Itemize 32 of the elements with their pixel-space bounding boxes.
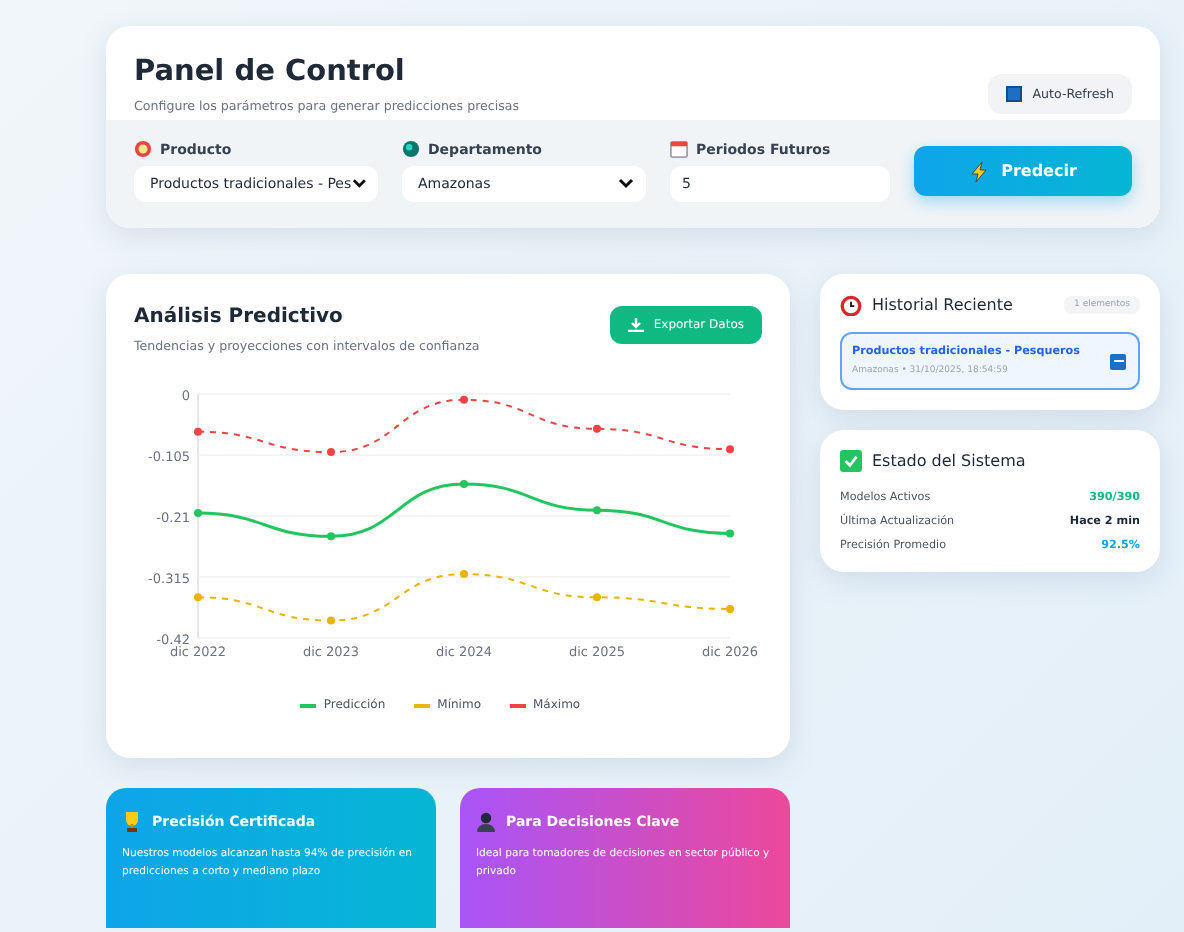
data-point xyxy=(327,448,335,457)
analysis-title: Análisis Predictivo xyxy=(134,306,345,328)
data-point xyxy=(593,424,601,433)
globe-icon xyxy=(402,140,420,158)
panel-title: Panel de Control xyxy=(134,56,407,88)
data-point xyxy=(194,593,202,602)
data-point xyxy=(726,445,734,454)
target-icon xyxy=(134,140,152,158)
data-point xyxy=(327,616,335,625)
download-icon xyxy=(627,318,644,332)
person-icon xyxy=(476,812,496,832)
data-point xyxy=(194,427,202,436)
data-point xyxy=(460,480,468,489)
chevron-down-icon xyxy=(351,178,366,190)
data-point xyxy=(460,570,468,579)
checkmark-icon xyxy=(840,450,862,472)
history-title: Historial Reciente xyxy=(872,296,1013,314)
status-title: Estado del Sistema xyxy=(872,452,1026,470)
alarm-clock-icon xyxy=(840,294,862,316)
calendar-icon xyxy=(670,140,688,158)
data-point xyxy=(593,506,601,515)
data-point xyxy=(726,529,734,538)
data-point xyxy=(593,593,601,602)
trophy-icon xyxy=(122,812,142,832)
data-point xyxy=(726,604,734,613)
data-point xyxy=(194,509,202,518)
lightning-icon xyxy=(969,161,990,181)
square-icon xyxy=(1006,86,1023,102)
data-point xyxy=(460,395,468,404)
minus-icon xyxy=(1110,353,1126,369)
data-point xyxy=(327,532,335,541)
chevron-down-icon xyxy=(618,178,634,190)
